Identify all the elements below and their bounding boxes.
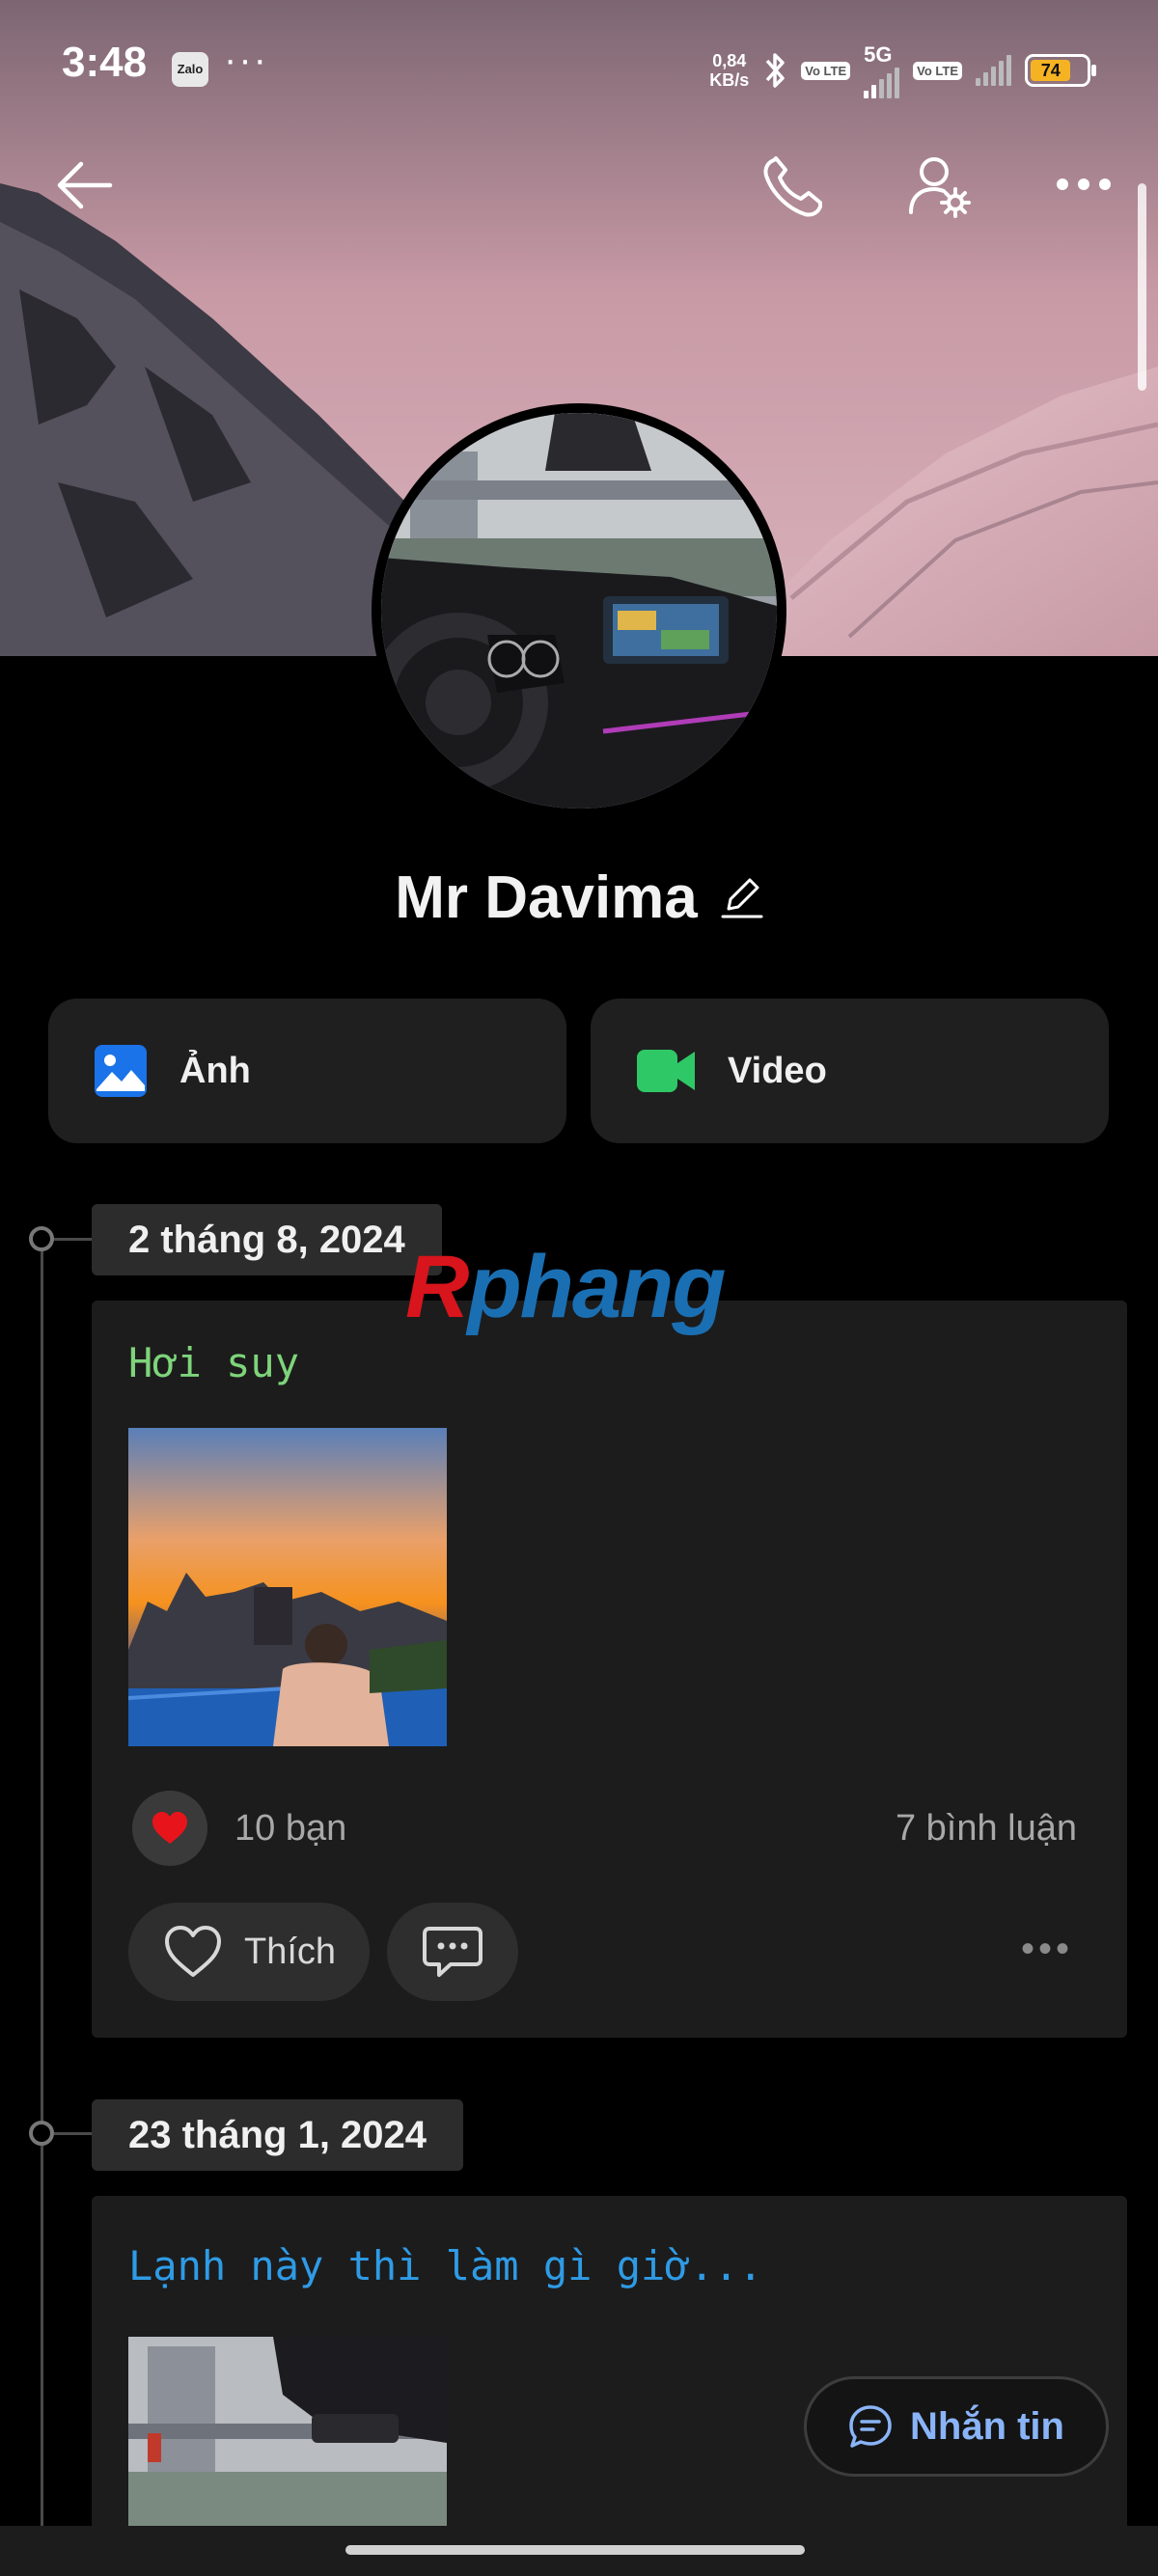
- timeline-dot: [29, 2121, 54, 2146]
- comment-count[interactable]: 7 bình luận: [896, 1808, 1077, 1850]
- battery-icon: 74: [1025, 54, 1096, 87]
- profile-settings-icon[interactable]: [907, 152, 973, 220]
- edit-pencil-icon[interactable]: [721, 876, 763, 920]
- timeline-post[interactable]: Hơi suy 10 bạn 7 bình luận Thích •••: [92, 1301, 1127, 2038]
- heart-outline-icon: [165, 1926, 221, 1977]
- bluetooth-icon: [765, 53, 786, 88]
- status-time: 3:48: [62, 39, 148, 86]
- profile-name: Mr Davima: [395, 864, 698, 931]
- watermark-part-1: R: [405, 1238, 469, 1336]
- zalo-notification-icon: Zalo: [172, 52, 208, 87]
- message-button[interactable]: Nhắn tin: [804, 2376, 1109, 2477]
- battery-level: 74: [1031, 60, 1071, 81]
- profile-name-row: Mr Davima: [0, 863, 1158, 932]
- reaction-count: 10 bạn: [234, 1807, 347, 1849]
- photos-label: Ảnh: [179, 1050, 251, 1091]
- video-camera-icon: [637, 1050, 695, 1092]
- message-label: Nhắn tin: [910, 2404, 1064, 2448]
- video-label: Video: [728, 1050, 827, 1091]
- signal-5g: 5G: [864, 42, 900, 98]
- avatar[interactable]: [372, 403, 786, 818]
- watermark-logo: Rphang: [405, 1237, 726, 1338]
- scrollbar-thumb[interactable]: [1138, 183, 1146, 391]
- signal-bars-2-icon: [976, 55, 1011, 86]
- timeline-date: 2 tháng 8, 2024: [92, 1204, 442, 1275]
- network-type-label: 5G: [864, 42, 893, 67]
- video-button[interactable]: Video: [591, 999, 1109, 1143]
- timeline-date: 23 tháng 1, 2024: [92, 2099, 464, 2171]
- photos-button[interactable]: Ảnh: [48, 999, 566, 1143]
- volte-icon-2: Vo LTE: [913, 61, 962, 80]
- watermark-part-2: phang: [467, 1238, 726, 1336]
- chat-bubble-icon: [849, 2405, 892, 2448]
- more-notifications-icon: ···: [224, 39, 268, 81]
- photo-icon: [95, 1045, 147, 1097]
- reaction-summary[interactable]: 10 bạn: [132, 1791, 346, 1866]
- network-speed-value: 0,84: [712, 51, 747, 70]
- like-label: Thích: [244, 1931, 337, 1972]
- more-options-icon[interactable]: [1054, 174, 1114, 195]
- post-photo[interactable]: [128, 1428, 447, 1746]
- post-text: Lạnh này thì làm gì giờ...: [128, 2242, 763, 2289]
- timeline-connector: [54, 1238, 93, 1241]
- comment-button[interactable]: [387, 1903, 518, 2001]
- network-speed: 0,84 KB/s: [709, 51, 749, 90]
- post-more-options-icon[interactable]: •••: [1021, 1928, 1073, 1971]
- comment-bubble-icon: [423, 1927, 482, 1977]
- timeline-dot: [29, 1226, 54, 1251]
- timeline-connector: [54, 2132, 93, 2135]
- back-arrow-icon[interactable]: [54, 156, 114, 214]
- volte-icon-1: Vo LTE: [801, 61, 851, 80]
- timeline-line: [41, 1240, 43, 2576]
- network-speed-unit: KB/s: [709, 70, 750, 90]
- signal-bars-1-icon: [864, 68, 900, 98]
- like-button[interactable]: Thích: [128, 1903, 370, 2001]
- status-bar: 3:48 Zalo ··· 0,84 KB/s Vo LTE 5G Vo LTE…: [0, 0, 1158, 135]
- home-indicator[interactable]: [345, 2545, 805, 2555]
- heart-reaction-icon: [132, 1791, 207, 1866]
- phone-icon[interactable]: [760, 154, 828, 218]
- post-text: Hơi suy: [128, 1339, 300, 1386]
